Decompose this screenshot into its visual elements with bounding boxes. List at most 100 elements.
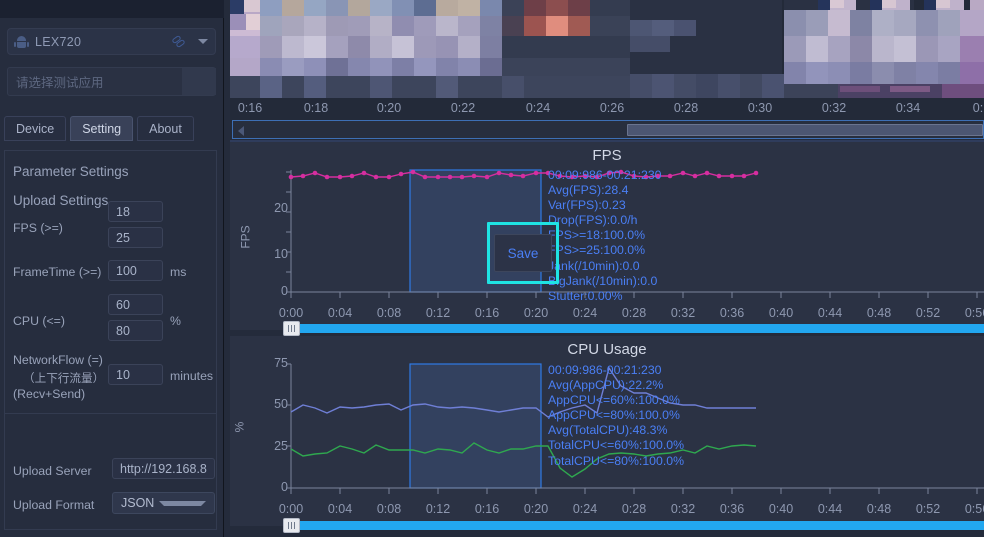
cpu-annotation-app-le60: AppCPU<=60%:100.0%: [548, 393, 680, 408]
app-selector-shade: [182, 68, 216, 95]
cpu-x-tick: 0:12: [425, 502, 451, 516]
fps-annotation-bigjank: BigJank(/10min):0.0: [548, 273, 658, 288]
save-button[interactable]: Save: [494, 234, 552, 272]
fps-range-slider-handle[interactable]: [283, 321, 300, 336]
fps-threshold-label: FPS (>=): [13, 221, 63, 235]
upload-format-value: JSON: [121, 496, 155, 510]
sidebar-tabs: Device Setting About: [4, 116, 194, 141]
device-name-label: LEX720: [35, 34, 82, 49]
networkflow-label-cn: （上下行流量）: [23, 372, 105, 385]
device-selector[interactable]: LEX720: [7, 28, 216, 55]
caret-left-icon[interactable]: [238, 126, 244, 136]
fps-annotation-jank: Jank(/10min):0.0: [548, 258, 640, 273]
cpu-annotation-app-le80: AppCPU<=80%:100.0%: [548, 408, 680, 423]
timeline-tick: 0:16: [237, 101, 263, 115]
cpu-x-tick: 0:04: [327, 502, 353, 516]
fps-x-tick: 0:56: [964, 306, 984, 320]
cpu-x-tick: 0:32: [670, 502, 696, 516]
fps-x-tick: 0:00: [278, 306, 304, 320]
timeline-tick: 0:20: [376, 101, 402, 115]
fps-x-tick: 0:20: [523, 306, 549, 320]
settings-panel: Parameter Settings FPS (>=) FrameTime (>…: [4, 150, 217, 530]
cpu-limit-2-input[interactable]: [108, 320, 163, 341]
frametime-unit-label: ms: [170, 265, 187, 279]
chevron-down-icon[interactable]: [198, 39, 208, 44]
cpu-annotation-total-le80: TotalCPU<=80%:100.0%: [548, 453, 685, 468]
cpu-unit-label: %: [170, 314, 181, 328]
cpu-chart-panel: CPU Usage % 75 50 25 0 00:09:986-00:21:2…: [230, 336, 984, 526]
cpu-limit-1-input[interactable]: [108, 294, 163, 315]
fps-annotation-var: Var(FPS):0.23: [548, 198, 626, 213]
cpu-x-tick: 0:36: [719, 502, 745, 516]
tab-setting[interactable]: Setting: [70, 116, 134, 141]
timeline-tick: 0:24: [525, 101, 551, 115]
fps-x-tick: 0:44: [817, 306, 843, 320]
timeline-tick: 0:30: [747, 101, 773, 115]
timeline-scrollbar-thumb[interactable]: [627, 124, 983, 136]
timeline-tick: 0:32: [821, 101, 847, 115]
fps-min-input[interactable]: [108, 201, 163, 222]
upload-format-label: Upload Format: [13, 498, 95, 512]
timeline-scrollbar[interactable]: [232, 120, 984, 139]
fps-annotation-drop: Drop(FPS):0.0/h: [548, 213, 638, 228]
timeline-tick: 0:22: [450, 101, 476, 115]
link-icon[interactable]: [171, 34, 186, 49]
fps-x-tick: 0:04: [327, 306, 353, 320]
fps-x-tick: 0:28: [621, 306, 647, 320]
cpu-x-tick: 0:48: [866, 502, 892, 516]
frametime-threshold-label: FrameTime (>=): [13, 265, 102, 279]
video-filmstrip[interactable]: [230, 0, 984, 98]
sidebar-top-strip: [0, 0, 224, 18]
filmstrip-thumbnails: [230, 0, 984, 98]
upload-format-select[interactable]: JSON: [112, 492, 215, 514]
fps-annotation: 00:09:986-00:21:230 Avg(FPS):28.4 Var(FP…: [548, 168, 662, 304]
cpu-x-tick: 0:20: [523, 502, 549, 516]
cpu-x-tick: 0:28: [621, 502, 647, 516]
fps-chart-panel: FPS FPS 20 10 0 00:09:986-00:21:230 Avg(…: [230, 142, 984, 330]
fps-x-tick: 0:40: [768, 306, 794, 320]
fps-x-tick: 0:48: [866, 306, 892, 320]
timeline-ruler[interactable]: 0:16 0:18 0:20 0:22 0:24 0:26 0:28 0:30 …: [230, 98, 984, 122]
fps-x-tick: 0:52: [915, 306, 941, 320]
fps-annotation-stutter: Stutter:0.00%: [548, 288, 623, 303]
timeline-tick: 0:: [972, 101, 984, 115]
cpu-threshold-label: CPU (<=): [13, 314, 65, 328]
app-selector-placeholder: 请选择测试应用: [16, 76, 104, 90]
cpu-x-tick: 0:52: [915, 502, 941, 516]
timeline-tick: 0:28: [673, 101, 699, 115]
tab-device[interactable]: Device: [4, 116, 67, 141]
fps-range-slider[interactable]: [290, 324, 984, 333]
cpu-x-tick: 0:08: [376, 502, 402, 516]
networkflow-label-recv-send: (Recv+Send): [13, 387, 86, 401]
fps-annotation-ge25: FPS>=25:100.0%: [548, 243, 646, 258]
android-icon: [14, 35, 29, 48]
cpu-range-slider[interactable]: [290, 521, 984, 530]
upload-server-input[interactable]: [112, 458, 215, 479]
parameter-settings-title: Parameter Settings: [13, 164, 129, 179]
tab-about[interactable]: About: [137, 116, 194, 141]
fps-x-tick: 0:24: [572, 306, 598, 320]
cpu-x-tick: 0:44: [817, 502, 843, 516]
fps-annotation-ge18: FPS>=18:100.0%: [548, 228, 646, 243]
cpu-range-slider-handle[interactable]: [283, 518, 300, 533]
cpu-x-tick: 0:16: [474, 502, 500, 516]
chevron-down-icon[interactable]: [158, 500, 206, 506]
cpu-annotation-range: 00:09:986-00:21:230: [548, 363, 662, 377]
cpu-annotation: 00:09:986-00:21:230 Avg(AppCPU):22.2% Ap…: [548, 363, 684, 469]
upload-server-label: Upload Server: [13, 464, 92, 478]
fps-annotation-avg: Avg(FPS):28.4: [548, 183, 629, 198]
timeline-tick: 0:18: [303, 101, 329, 115]
networkflow-label: NetworkFlow (=): [13, 353, 103, 367]
cpu-x-tick: 0:56: [964, 502, 984, 516]
fps-x-tick: 0:32: [670, 306, 696, 320]
frametime-input[interactable]: [108, 260, 163, 281]
cpu-x-tick: 0:00: [278, 502, 304, 516]
fps-x-tick: 0:12: [425, 306, 451, 320]
fps-x-tick: 0:36: [719, 306, 745, 320]
panel-divider: [5, 413, 216, 414]
sidebar: LEX720 请选择测试应用 Device Setting About Para…: [0, 0, 224, 537]
fps-target-input[interactable]: [108, 227, 163, 248]
networkflow-input[interactable]: [108, 364, 163, 385]
cpu-annotation-total-le60: TotalCPU<=60%:100.0%: [548, 438, 685, 453]
cpu-x-tick: 0:24: [572, 502, 598, 516]
